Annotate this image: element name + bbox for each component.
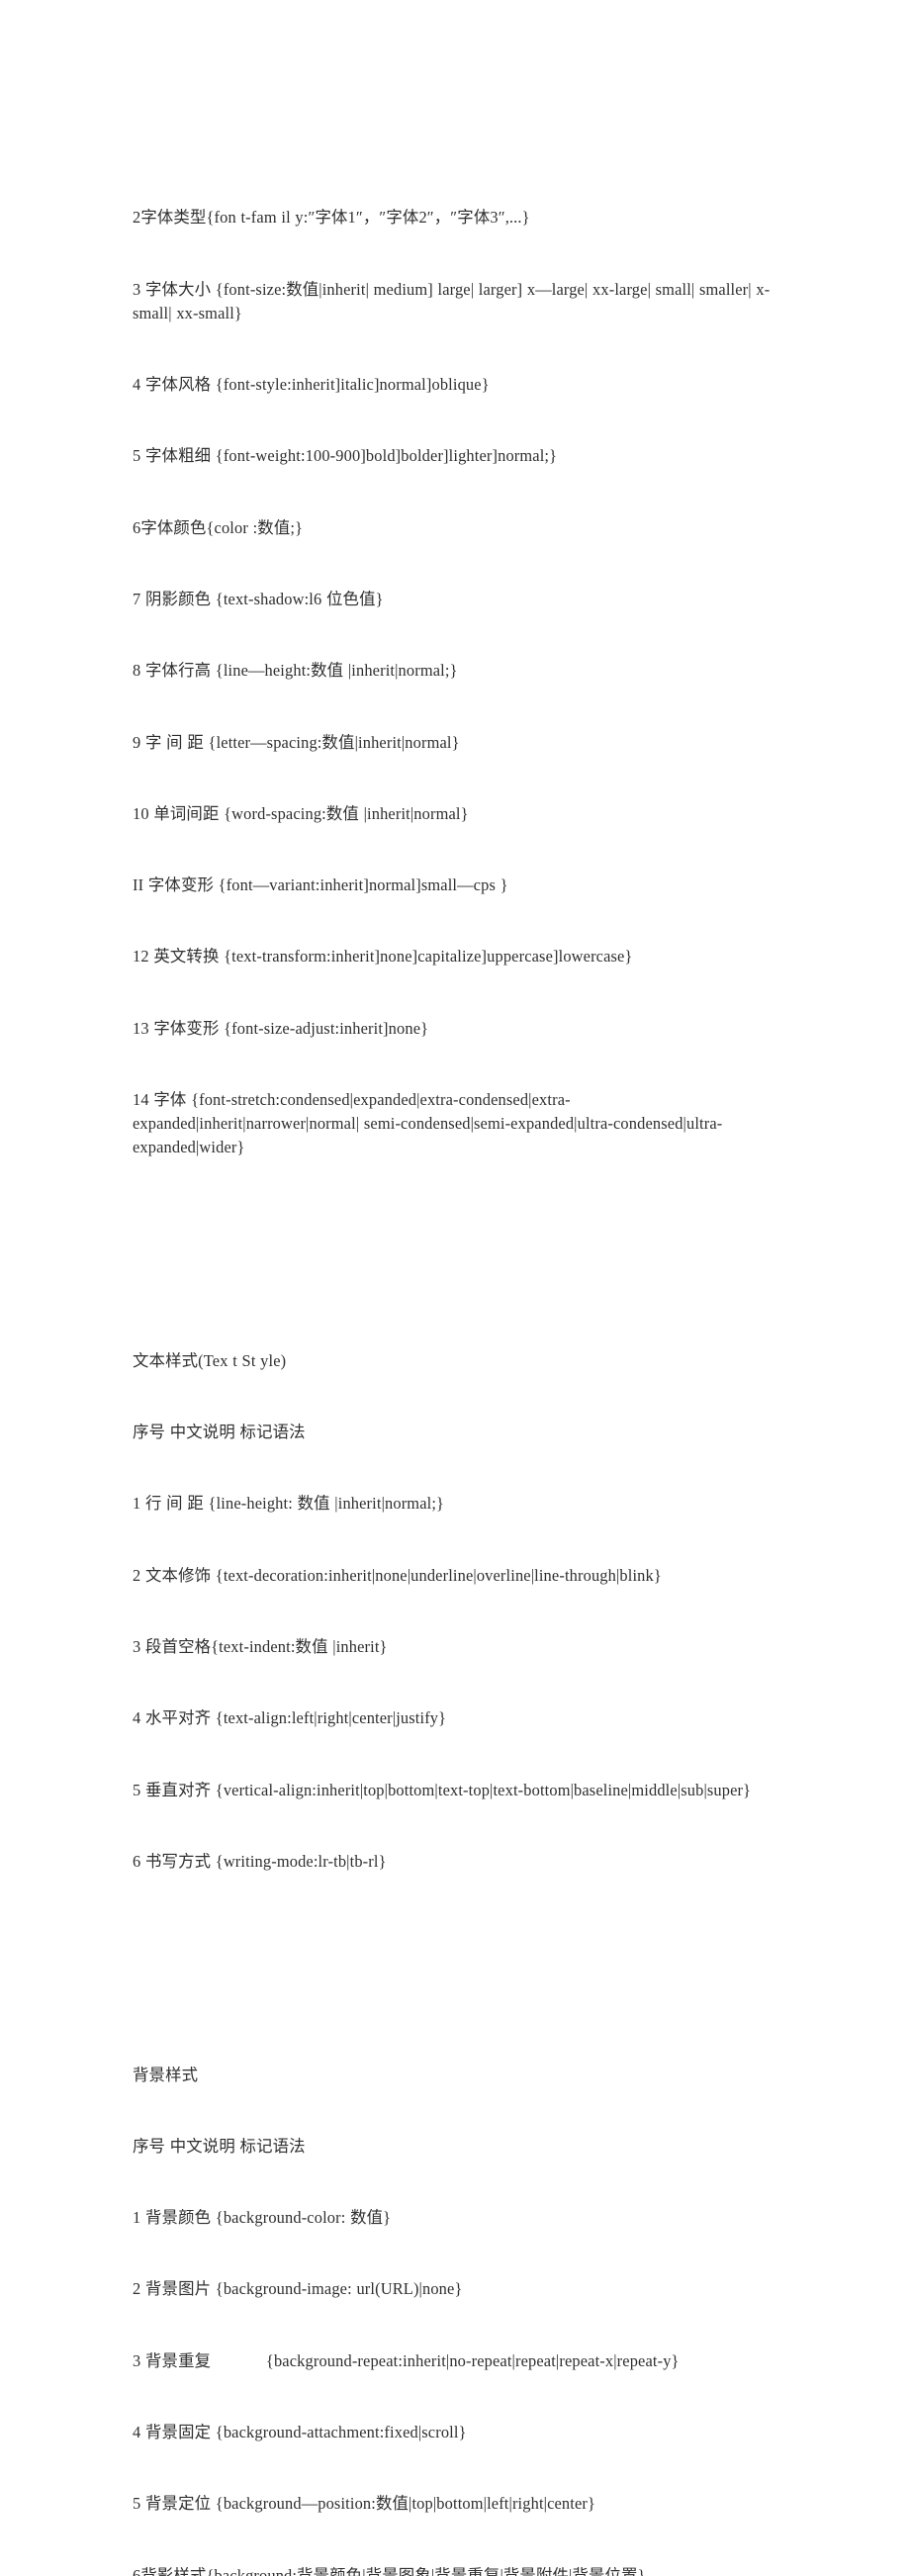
text-line: 9 字 间 距 {letter—spacing:数值|inherit|norma…	[133, 732, 460, 752]
text-line: 13 字体变形 {font-size-adjust:inherit]none}	[133, 1018, 429, 1038]
text-line: 5 字体粗细 {font-weight:100-900]bold]bolder]…	[133, 446, 558, 466]
document-page: 2字体类型{fon t-fam il y:″字体1″，″字体2″，″字体3″,.…	[0, 0, 910, 2576]
text-style-section: 文本样式(Tex t St yle) 序号 中文说明 标记语法 1 行 间 距 …	[133, 1302, 781, 1921]
section-heading: 文本样式(Tex t St yle)	[133, 1350, 287, 1370]
text-line: 6字体颜色{color :数值;}	[133, 517, 304, 537]
text-line: 4 水平对齐 {text-align:left|right|center|jus…	[133, 1708, 447, 1728]
text-line: 1 行 间 距 {line-height: 数值 |inherit|normal…	[133, 1494, 445, 1514]
text-line: 4 背景固定 {background-attachment:fixed|scro…	[133, 2423, 467, 2441]
text-line: 8 字体行高 {line—height:数值 |inherit|normal;}	[133, 661, 458, 681]
text-line: 12 英文转换 {text-transform:inherit]none]cap…	[133, 947, 633, 966]
text-line: 5 背景定位 {background—position:数值|top|botto…	[133, 2494, 596, 2514]
text-line: 14 字体 {font-stretch:condensed|expanded|e…	[133, 1089, 723, 1157]
text-line: 1 背景颜色 {background-color: 数值}	[133, 2208, 392, 2228]
text-line: 4 字体风格 {font-style:inherit]italic]normal…	[133, 375, 490, 395]
text-line: 10 单词间距 {word-spacing:数值 |inherit|normal…	[133, 803, 469, 823]
background-style-section: 背景样式 序号 中文说明 标记语法 1 背景颜色 {background-col…	[133, 2015, 781, 2576]
text-line: 2 背景图片 {background-image: url(URL)|none}	[133, 2279, 463, 2299]
text-line: II 字体变形 {font—variant:inherit]normal]sma…	[133, 875, 508, 895]
text-line: 2 文本修饰 {text-decoration:inherit|none|und…	[133, 1565, 662, 1585]
text-line: 3 字体大小 {font-size:数值|inherit| medium] la…	[133, 279, 771, 322]
text-line: 6背影样式{background:背景颜色|背景图象|背景重复|背景附件|背景位…	[133, 2565, 646, 2576]
font-style-section: 2字体类型{fon t-fam il y:″字体1″，″字体2″，″字体3″,.…	[133, 158, 781, 1207]
text-line: 5 垂直对齐 {vertical-align:inherit|top|botto…	[133, 1780, 752, 1799]
text-line: 7 阴影颜色 {text-shadow:l6 位色值}	[133, 589, 384, 608]
section-heading: 背景样式	[133, 2065, 199, 2084]
column-header: 序号 中文说明 标记语法	[133, 2136, 306, 2156]
text-line: 3 段首空格{text-indent:数值 |inherit}	[133, 1637, 388, 1656]
text-line: 6 书写方式 {writing-mode:lr-tb|tb-rl}	[133, 1851, 387, 1871]
text-line: 2字体类型{fon t-fam il y:″字体1″，″字体2″，″字体3″,.…	[133, 208, 530, 228]
text-line: 3 背景重复 {background-repeat:inherit|no-rep…	[133, 2350, 680, 2370]
column-header: 序号 中文说明 标记语法	[133, 1423, 306, 1442]
document-text-body: 2字体类型{fon t-fam il y:″字体1″，″字体2″，″字体3″,.…	[133, 87, 781, 2576]
